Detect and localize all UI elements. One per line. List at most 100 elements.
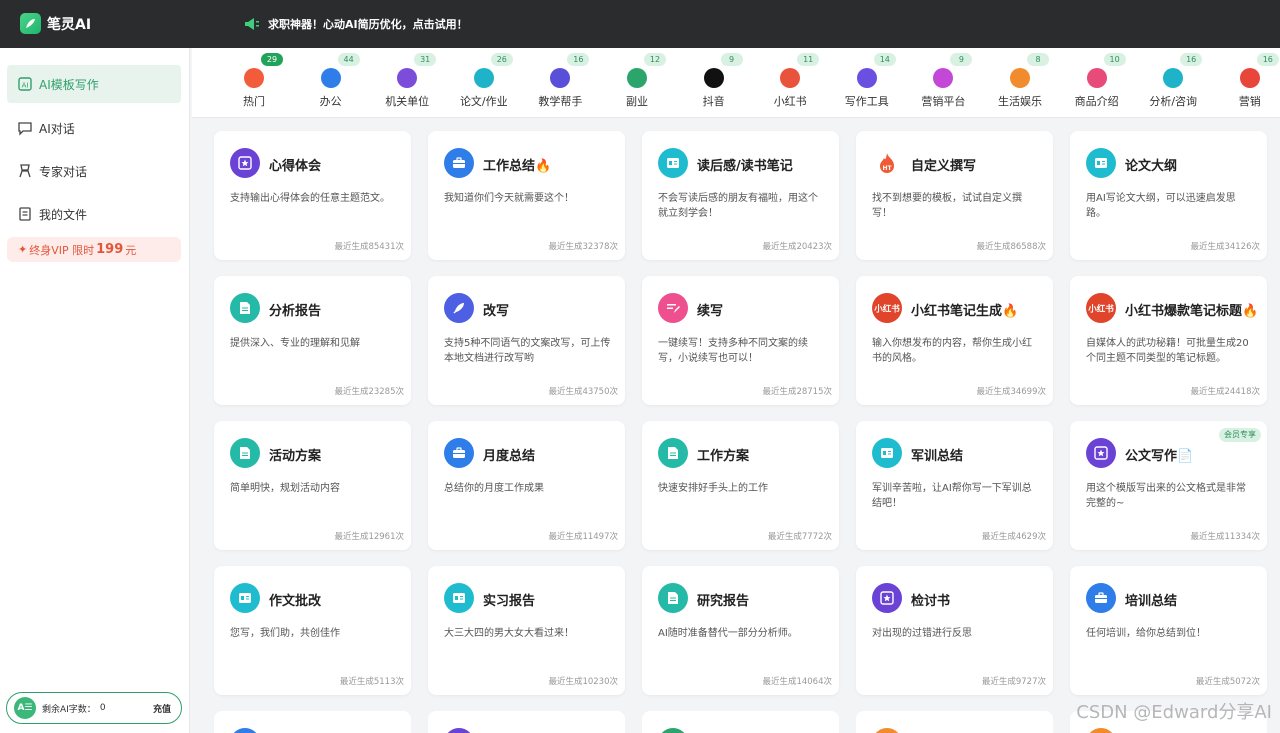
- card-usage-count: 最近生成14064次: [762, 677, 832, 687]
- template-card-partial[interactable]: [214, 711, 411, 733]
- card-usage-count: 最近生成11497次: [548, 532, 618, 542]
- template-card-partial[interactable]: [642, 711, 839, 733]
- quota-label: 剩余AI字数：: [42, 704, 96, 715]
- quota-count: 0: [99, 703, 106, 713]
- side-job-icon: [627, 68, 647, 88]
- category-tab-13[interactable]: 16 营销: [1210, 53, 1280, 115]
- category-count-badge: 11: [797, 53, 820, 66]
- sidebar-item-label: AI对话: [39, 121, 75, 136]
- card-title: 分析报告: [269, 304, 322, 319]
- vip-text: 终身VIP 限时: [29, 243, 95, 257]
- template-card[interactable]: 作文批改 您写，我们助，共创佳作 最近生成5113次: [214, 566, 411, 695]
- card-description: 对出现的过错进行反思: [872, 628, 972, 639]
- template-card[interactable]: 公文写作📄 用这个模版写出来的公文格式是非常完整的~ 最近生成11334次 会员专享: [1070, 421, 1267, 550]
- category-tab-10[interactable]: 8 生活娱乐: [980, 53, 1060, 115]
- template-card[interactable]: 工作方案 快速安排好手头上的工作 最近生成7772次: [642, 421, 839, 550]
- template-card[interactable]: HT 自定义撰写 找不到想要的模板，试试自定义撰写！ 最近生成86588次: [856, 131, 1053, 260]
- template-card[interactable]: 月度总结 总结你的月度工作成果 最近生成11497次: [428, 421, 625, 550]
- card-description: 输入你想发布的内容，帮你生成小红书的风格。: [872, 338, 1032, 364]
- top-bar: 笔灵AI 求职神器！心动AI简历优化，点击试用！: [0, 0, 1280, 48]
- template-card[interactable]: 工作总结🔥 我知道你们今天就需要这个！ 最近生成32378次: [428, 131, 625, 260]
- card-title: 续写: [697, 304, 724, 319]
- xiaohongshu-icon: [780, 68, 801, 88]
- recharge-button[interactable]: 充值: [153, 702, 171, 715]
- template-card[interactable]: 实习报告 大三大四的男大女大看过来！ 最近生成10230次: [428, 566, 625, 695]
- template-card-partial[interactable]: [428, 711, 625, 733]
- vip-unit: 元: [125, 243, 137, 257]
- category-tab-0[interactable]: 29 热门: [214, 53, 294, 115]
- briefcase-icon: [1086, 583, 1116, 613]
- card-usage-count: 最近生成5113次: [339, 677, 404, 687]
- sidebar-item-template-writing[interactable]: AI AI模板写作: [7, 65, 181, 103]
- sidebar-item-ai-chat[interactable]: AI对话: [7, 109, 181, 147]
- quota-avatar-icon: A☰: [14, 697, 36, 719]
- product-icon: [1086, 68, 1107, 88]
- briefcase-icon: [320, 68, 341, 88]
- building-icon: [397, 68, 418, 88]
- card-usage-count: 最近生成28715次: [762, 387, 832, 397]
- category-tab-5[interactable]: 12 副业: [597, 53, 677, 115]
- book-icon: [658, 148, 688, 178]
- category-tab-4[interactable]: 16 教学帮手: [520, 53, 600, 115]
- member-only-badge: 会员专享: [1219, 428, 1261, 442]
- template-card[interactable]: 活动方案 简单明快，规划活动内容 最近生成12961次: [214, 421, 411, 550]
- category-count-badge: 16: [1180, 53, 1203, 66]
- category-tab-1[interactable]: 44 办公: [291, 53, 371, 115]
- template-card[interactable]: 续写 一键续写！支持多种不同文案的续写，小说续写也可以！ 最近生成28715次: [642, 276, 839, 405]
- card-icon-partial: [658, 728, 688, 733]
- category-tab-8[interactable]: 14 写作工具: [827, 53, 907, 115]
- template-card[interactable]: 论文大纲 用AI写论文大纲，可以迅速启发思路。 最近生成34126次: [1070, 131, 1267, 260]
- template-card-partial[interactable]: [856, 711, 1053, 733]
- template-card[interactable]: 培训总结 任何培训，给你总结到位！ 最近生成5072次: [1070, 566, 1267, 695]
- card-usage-count: 最近生成43750次: [548, 387, 618, 397]
- template-card[interactable]: 小红书 小红书爆款笔记标题🔥 自媒体人的武功秘籍！可批量生成20个同主题不同类型的笔…: [1070, 276, 1267, 405]
- vip-promo[interactable]: ✦ 终身VIP 限时 199 元: [7, 237, 181, 262]
- category-label: 营销平台: [921, 95, 966, 108]
- svg-text:HT: HT: [882, 165, 892, 172]
- template-card[interactable]: 读后感/读书笔记 不会写读后感的朋友有福啦，用这个就立刻学会！ 最近生成20423次: [642, 131, 839, 260]
- category-tab-12[interactable]: 16 分析/咨询: [1133, 53, 1213, 115]
- sidebar: AI AI模板写作 AI对话 专家对话 我的文件 ✦ 终身VIP 限时 199 …: [0, 48, 190, 733]
- template-card[interactable]: 小红书 小红书笔记生成🔥 输入你想发布的内容，帮你生成小红书的风格。 最近生成3469…: [856, 276, 1053, 405]
- category-count-badge: 8: [1027, 53, 1049, 66]
- promo-banner[interactable]: 求职神器！心动AI简历优化，点击试用！: [244, 16, 468, 32]
- svg-text:小红书: 小红书: [1088, 304, 1114, 315]
- analysis-icon: [1163, 68, 1184, 88]
- card-usage-count: 最近生成11334次: [1190, 532, 1260, 542]
- category-tab-9[interactable]: 9 营销平台: [903, 53, 983, 115]
- category-tab-11[interactable]: 10 商品介绍: [1057, 53, 1137, 115]
- template-card[interactable]: 军训总结 军训辛苦啦，让AI帮你写一下军训总结吧！ 最近生成4629次: [856, 421, 1053, 550]
- category-label: 营销: [1238, 95, 1261, 108]
- svg-text:小红书: 小红书: [874, 304, 900, 315]
- card-usage-count: 最近生成4629次: [981, 532, 1046, 542]
- category-label: 写作工具: [844, 95, 889, 108]
- watermark: CSDN @Edward分享AI: [1076, 702, 1272, 723]
- category-tab-2[interactable]: 31 机关单位: [367, 53, 447, 115]
- card-usage-count: 最近生成86588次: [976, 242, 1046, 252]
- category-tab-7[interactable]: 11 小红书: [750, 53, 830, 115]
- template-card[interactable]: 检讨书 对出现的过错进行反思 最近生成9727次: [856, 566, 1053, 695]
- graduation-cap-icon: [550, 68, 571, 88]
- card-usage-count: 最近生成12961次: [334, 532, 404, 542]
- card-usage-count: 最近生成7772次: [767, 532, 832, 542]
- card-description: 简单明快，规划活动内容: [230, 483, 340, 494]
- card-title: 自定义撰写: [911, 159, 977, 174]
- sidebar-item-my-files[interactable]: 我的文件: [7, 195, 181, 233]
- category-tab-3[interactable]: 26 论文/作业: [444, 53, 524, 115]
- category-tab-6[interactable]: 9 抖音: [674, 53, 754, 115]
- sidebar-item-expert-chat[interactable]: 专家对话: [7, 152, 181, 190]
- document-icon: [230, 438, 260, 468]
- template-card[interactable]: 研究报告 AI随时准备替代一部分分析师。 最近生成14064次: [642, 566, 839, 695]
- paper-icon: [473, 68, 494, 88]
- rocket-icon: [444, 293, 474, 323]
- category-count-badge: 44: [337, 53, 360, 66]
- template-card[interactable]: 心得体会 支持输出心得体会的任意主题范文。 最近生成85431次: [214, 131, 411, 260]
- card-title: 研究报告: [697, 594, 750, 609]
- app-logo[interactable]: 笔灵AI: [20, 13, 91, 34]
- file-icon: [17, 206, 33, 222]
- template-card[interactable]: 分析报告 提供深入、专业的理解和见解 最近生成23285次: [214, 276, 411, 405]
- card-description: 任何培训，给你总结到位！: [1086, 628, 1206, 639]
- template-card[interactable]: 改写 支持5种不同语气的文案改写，可上传本地文档进行改写哟 最近生成43750次: [428, 276, 625, 405]
- card-description: 您写，我们助，共创佳作: [230, 628, 340, 639]
- card-icon-partial: [1086, 728, 1116, 733]
